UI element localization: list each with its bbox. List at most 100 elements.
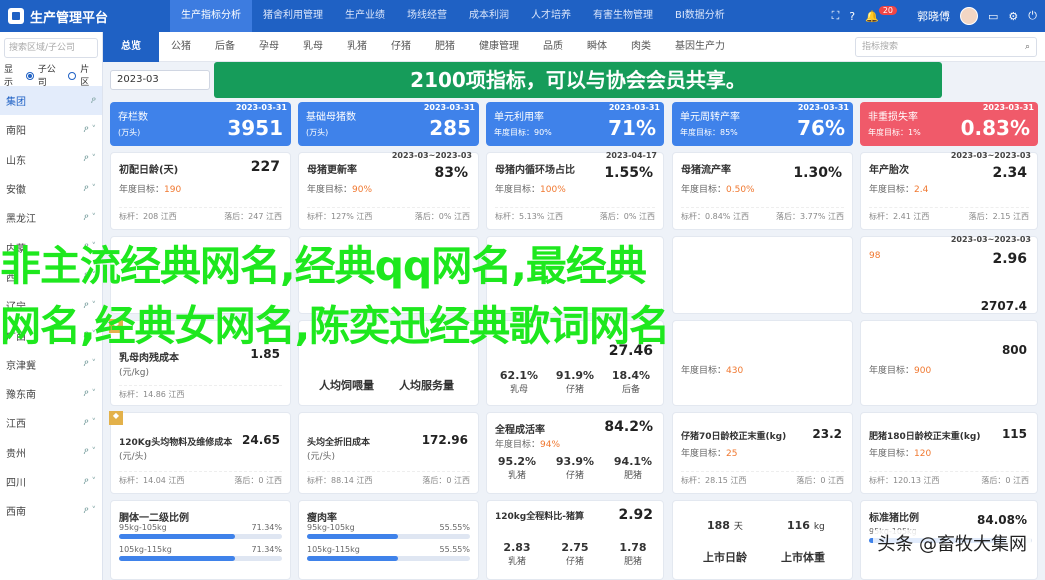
- window-icon[interactable]: ▭: [988, 10, 998, 23]
- sidebar-view-toggle: 显示 子公司 片区: [0, 64, 102, 88]
- progress-label: 105kg-115kg: [307, 545, 360, 554]
- kpi-date: 2023-03-31: [235, 103, 287, 112]
- kpi-card[interactable]: 2023-03-31 单元利用率 年度目标：90% 71%: [486, 102, 664, 146]
- settings-icon[interactable]: ⚙: [1008, 10, 1018, 23]
- avatar[interactable]: [960, 7, 979, 25]
- user-chevron-icon: ዖ ˅: [83, 124, 96, 135]
- tab[interactable]: 肉类: [619, 32, 663, 62]
- help-icon[interactable]: ?: [849, 10, 855, 23]
- sidebar-item[interactable]: 西南 ዖ ˅: [0, 496, 102, 525]
- tab[interactable]: 仔猪: [379, 32, 423, 62]
- metric-name: 120kg全程料比-猪算: [495, 512, 584, 522]
- tab[interactable]: 健康管理: [467, 32, 531, 62]
- category-tabs: 总览 公猪 后备 孕母 乳母 乳猪 仔猪 肥猪 健康管理 品质 瞬体 肉类 基因…: [103, 31, 1045, 62]
- metric-card[interactable]: 2023-04-17 母猪内循环场占比 1.55% 年度目标：100% 标杆：5…: [486, 151, 664, 230]
- top-nav-item[interactable]: BI数据分析: [664, 0, 736, 32]
- sidebar-item[interactable]: 南阳 ዖ ˅: [0, 115, 102, 144]
- metric-card[interactable]: 2023-03~2023-03 2.96 2707.4 98: [860, 235, 1038, 314]
- benchmark-worst: 落后：0 江西: [234, 476, 282, 485]
- user-chevron-icon: ዖ ˅: [83, 154, 96, 165]
- target-value: 2.4: [914, 185, 929, 195]
- metric-unit: (元/kg): [119, 368, 149, 378]
- app-logo[interactable]: 生产管理平台: [0, 0, 170, 32]
- radio-area[interactable]: [68, 72, 77, 80]
- date-picker[interactable]: 2023-03: [110, 70, 210, 90]
- target-value: 190: [164, 185, 182, 195]
- tab[interactable]: 品质: [531, 32, 575, 62]
- metric-card[interactable]: 母猪流产率 1.30% 年度目标：0.50% 标杆：0.84% 江西 落后：3.7…: [672, 152, 853, 230]
- user-chevron-icon: ዖ ˅: [83, 388, 96, 399]
- user-name[interactable]: 郭晓傅: [917, 8, 950, 24]
- sidebar-item[interactable]: 安徽 ዖ ˅: [0, 174, 102, 203]
- kpi-card[interactable]: 2023-03-31 非重损失率 年度目标：1% 0.83%: [860, 102, 1038, 146]
- metric-card[interactable]: 120kg全程料比-猪算 2.92 2.83 乳猪 2.75 仔猪 1.78 肥猪: [486, 500, 664, 580]
- metric-target: 年度目标：100%: [495, 185, 566, 195]
- metric-card[interactable]: 年度目标：430: [672, 320, 853, 406]
- metric-card[interactable]: 初配日龄(天) 227 年度目标：190 标杆：208 江西 落后：247 江西: [110, 152, 291, 230]
- sidebar-item[interactable]: 贵州 ዖ ˅: [0, 438, 102, 467]
- tab[interactable]: 肥猪: [423, 32, 467, 62]
- metric-card[interactable]: [672, 236, 853, 314]
- progress-label: 105kg-115kg: [119, 545, 172, 554]
- progress-value: 55.55%: [439, 545, 470, 554]
- metric-search-input[interactable]: 指标搜索 ⌕: [855, 37, 1037, 57]
- top-nav-item[interactable]: 生产指标分析: [170, 0, 252, 32]
- tab[interactable]: 乳猪: [335, 32, 379, 62]
- tab[interactable]: 乳母: [291, 32, 335, 62]
- metric-card[interactable]: 仔猪70日龄校正末重(kg) 23.2 年度目标：25 标杆：28.15 江西 落…: [672, 412, 853, 494]
- metric-card[interactable]: 2023-03~2023-03 年产胎次 2.34 年度目标：2.4 标杆：2.…: [860, 151, 1038, 230]
- bell-icon[interactable]: 🔔: [865, 10, 879, 23]
- fullscreen-icon[interactable]: ⛶: [832, 9, 840, 23]
- kpi-card[interactable]: 2023-03-31 基础母猪数 (万头) 285: [298, 102, 479, 146]
- sub-metric: 2.75 仔猪: [555, 541, 595, 567]
- metric-card[interactable]: 瘦肉率 95kg-105kg 55.55% 105kg-115kg 55.55%: [298, 500, 479, 580]
- tab[interactable]: 基因生产力: [663, 32, 737, 62]
- kpi-card[interactable]: 2023-03-31 存栏数 (万头) 3951: [110, 102, 291, 146]
- metric-unit: (kg): [959, 432, 981, 442]
- metric-card[interactable]: 肥猪180日龄校正末重(kg) 115 年度目标：120 标杆：120.13 江…: [860, 412, 1038, 494]
- top-nav-item[interactable]: 生产业绩: [334, 0, 396, 32]
- sidebar-item[interactable]: 集团 ዖ: [0, 86, 102, 116]
- benchmark-worst: 落后：0% 江西: [414, 212, 470, 221]
- sub-metric-value: 2.83: [503, 541, 531, 554]
- tab[interactable]: 后备: [203, 32, 247, 62]
- metric-card[interactable]: ◆ 120Kg头均物料及维修成本 24.65 (元/头) 标杆：14.04 江西…: [109, 411, 291, 494]
- radio-subsidiary[interactable]: [25, 72, 34, 80]
- metric-card[interactable]: 188 天 116 kg 上市日龄 上市体重: [672, 500, 853, 580]
- top-nav-item[interactable]: 猪舍利用管理: [252, 0, 334, 32]
- tab-overview[interactable]: 总览: [103, 31, 159, 62]
- logout-icon[interactable]: ⏻: [1028, 9, 1037, 23]
- benchmark-best: 标杆：14.04 江西: [119, 476, 185, 485]
- sidebar-item[interactable]: 豫东南 ዖ ˅: [0, 379, 102, 408]
- metric-value: 227: [250, 159, 280, 175]
- sidebar-item[interactable]: 四川 ዖ ˅: [0, 467, 102, 496]
- top-nav-item[interactable]: 场线经营: [396, 0, 458, 32]
- metric-card[interactable]: 胴体一二级比例 95kg-105kg 71.34% 105kg-115kg 71…: [110, 500, 291, 580]
- sidebar-item[interactable]: 京津冀 ዖ ˅: [0, 350, 102, 379]
- metric-name: 母猪流产率: [681, 165, 731, 176]
- tab[interactable]: 孕母: [247, 32, 291, 62]
- metric-target: 年度目标：900: [869, 366, 932, 376]
- metric-value: 1.30%: [793, 165, 842, 181]
- progress-value: 71.34%: [251, 523, 282, 532]
- top-right-tools: ⛶ ? 🔔 20 郭晓傅 ▭ ⚙ ⏻: [832, 0, 1037, 32]
- kpi-date: 2023-03-31: [797, 103, 849, 112]
- search-icon[interactable]: ⌕: [1025, 38, 1030, 56]
- sidebar-search-input[interactable]: 搜索区域/子公司: [4, 38, 98, 58]
- sidebar-item[interactable]: 江西 ዖ ˅: [0, 408, 102, 437]
- top-nav-item[interactable]: 有害生物管理: [582, 0, 664, 32]
- metric-card[interactable]: 800 年度目标：900: [860, 320, 1038, 406]
- metric-card[interactable]: 全程成活率 84.2% 年度目标：94% 95.2% 乳猪 93.9% 仔猪 94.…: [486, 412, 664, 494]
- metric-unit: (kg): [765, 432, 787, 442]
- metric-value: 1.55%: [604, 165, 653, 181]
- sidebar-item[interactable]: 黑龙江 ዖ ˅: [0, 203, 102, 232]
- top-nav-item[interactable]: 人才培养: [520, 0, 582, 32]
- metric-card[interactable]: 头均全折旧成本 172.96 (元/头) 标杆：88.14 江西 落后：0 江西: [298, 412, 479, 494]
- sidebar-item[interactable]: 山东 ዖ ˅: [0, 145, 102, 174]
- sidebar-item-label: 安徽: [6, 185, 26, 197]
- kpi-card[interactable]: 2023-03-31 单元周转产率 年度目标：85% 76%: [672, 102, 853, 146]
- top-nav-item[interactable]: 成本利润: [458, 0, 520, 32]
- metric-card[interactable]: 2023-03~2023-03 母猪更新率 83% 年度目标：90% 标杆：12…: [298, 151, 479, 230]
- tab[interactable]: 公猪: [159, 32, 203, 62]
- tab[interactable]: 瞬体: [575, 32, 619, 62]
